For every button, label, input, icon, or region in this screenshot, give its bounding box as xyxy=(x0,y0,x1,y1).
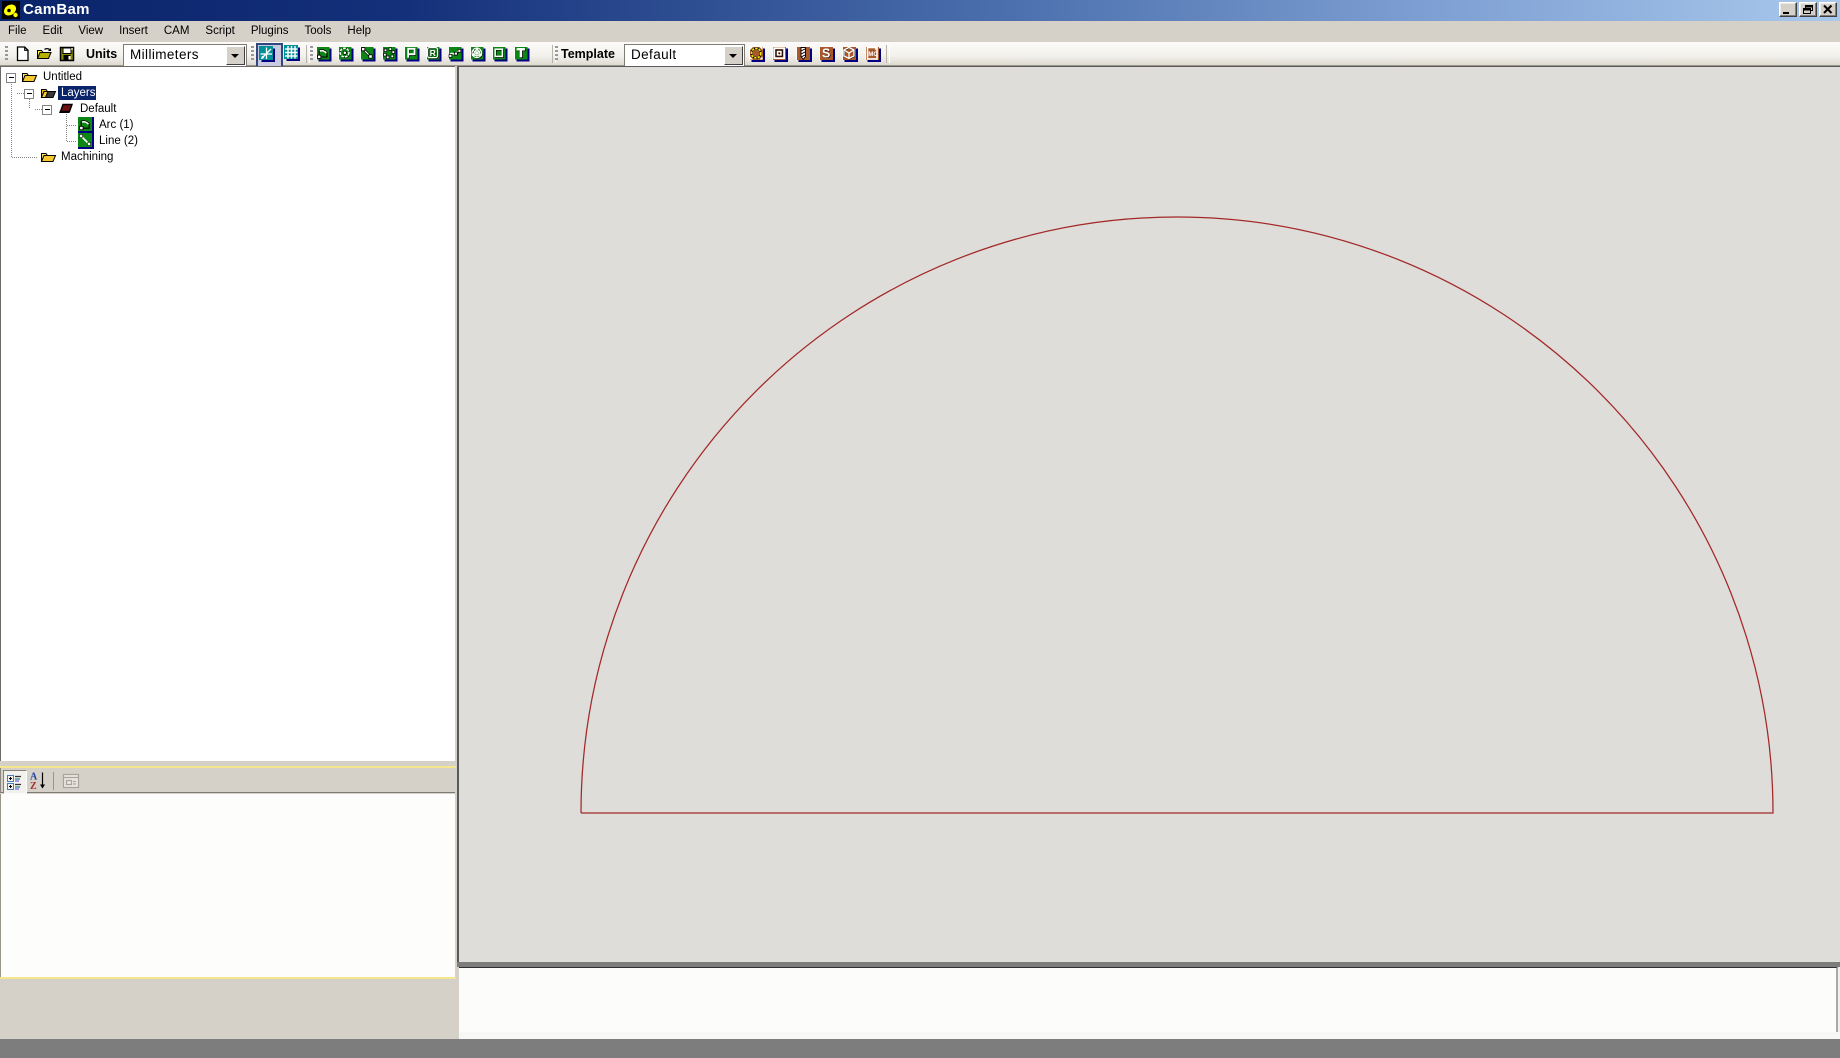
svg-text:MC: MC xyxy=(868,52,878,58)
svg-text:S: S xyxy=(822,47,830,61)
svg-text:Z: Z xyxy=(30,781,37,792)
svg-text:R: R xyxy=(430,48,436,58)
